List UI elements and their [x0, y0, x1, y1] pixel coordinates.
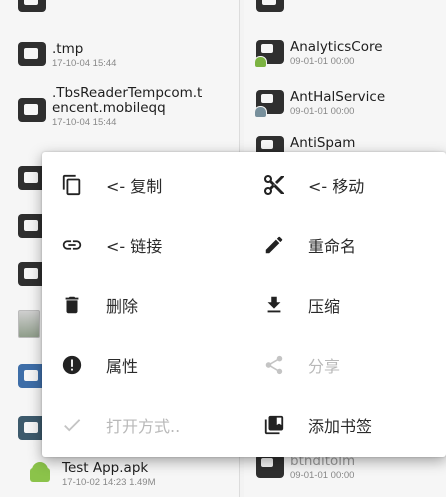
compress-label: 压缩 — [308, 297, 341, 316]
link-icon — [60, 233, 84, 257]
file-name: AntHalService — [290, 89, 386, 105]
download-icon — [262, 293, 286, 317]
copy-icon — [60, 173, 84, 197]
list-item[interactable]: AntHalService 09-01-01 00:00 — [254, 89, 446, 118]
system-folder-icon — [256, 454, 284, 478]
file-meta: 09-01-01 00:00 — [290, 106, 355, 117]
link-menu-item[interactable]: <- 链接 — [60, 215, 240, 275]
system-folder-icon — [254, 90, 284, 118]
cut-icon — [262, 173, 286, 197]
settings-badge-icon — [254, 106, 267, 118]
file-meta: 09-01-01 00:00 — [290, 470, 355, 481]
folder-icon — [18, 0, 46, 12]
move-label: <- 移动 — [308, 177, 365, 196]
compress-menu-item[interactable]: 压缩 — [262, 275, 442, 335]
bookmark-menu-item[interactable]: 添加书签 — [262, 395, 442, 455]
list-item[interactable]: btnditolm 09-01-01 00:00 — [256, 454, 446, 482]
open-with-label: 打开方式.. — [106, 417, 181, 436]
list-item[interactable]: AnalyticsCore 09-01-01 00:00 — [254, 39, 446, 68]
pencil-icon — [262, 233, 286, 257]
move-menu-item[interactable]: <- 移动 — [262, 155, 442, 215]
copy-menu-item[interactable]: <- 复制 — [60, 155, 240, 215]
properties-menu-item[interactable]: 属性 — [60, 335, 240, 395]
rename-label: 重命名 — [308, 237, 357, 256]
bookmarks-icon — [262, 413, 286, 437]
delete-menu-item[interactable]: 删除 — [60, 275, 240, 335]
file-meta: 09-01-01 00:00 — [290, 56, 355, 67]
list-item[interactable]: Test App.apk 17-10-02 14:23 1.49M — [26, 461, 239, 489]
file-meta: 17-10-02 14:23 1.49M — [62, 477, 156, 488]
file-name: AnalyticsCore — [290, 39, 383, 55]
share-label: 分享 — [308, 357, 341, 376]
file-meta: 17-10-04 15:44 — [52, 117, 117, 128]
copy-label: <- 复制 — [106, 177, 163, 196]
info-icon — [60, 353, 84, 377]
share-icon — [262, 353, 286, 377]
folder-icon — [18, 42, 46, 66]
share-menu-item[interactable]: 分享 — [262, 335, 442, 395]
folder-icon — [256, 0, 284, 12]
system-folder-icon — [254, 40, 284, 68]
trash-icon — [60, 293, 84, 317]
context-menu: <- 复制 <- 移动 <- 链接 重命名 删除 压缩 属性 分享 打开方式..… — [42, 152, 446, 457]
file-name: .TbsReaderTempcom.t — [52, 85, 203, 101]
open-with-menu-item[interactable]: 打开方式.. — [60, 395, 240, 455]
android-badge-icon — [254, 56, 267, 68]
image-thumbnail — [18, 310, 40, 338]
file-meta: 17-10-04 15:44 — [52, 58, 117, 69]
file-name: .tmp — [52, 41, 84, 57]
file-name-cont: encent.mobileqq — [52, 100, 166, 116]
list-item[interactable]: .tmp 17-10-04 15:44 — [18, 42, 239, 70]
rename-menu-item[interactable]: 重命名 — [262, 215, 442, 275]
android-apk-icon — [26, 461, 56, 483]
list-item[interactable]: .TbsReaderTempcom.t encent.mobileqq 17-1… — [18, 86, 239, 129]
bookmark-label: 添加书签 — [308, 417, 373, 436]
link-label: <- 链接 — [106, 237, 163, 256]
delete-label: 删除 — [106, 297, 139, 316]
file-name: AntiSpam — [290, 135, 356, 151]
check-icon — [60, 413, 84, 437]
list-item[interactable] — [256, 0, 446, 12]
folder-icon — [18, 98, 46, 122]
list-item[interactable] — [18, 0, 239, 12]
properties-label: 属性 — [106, 357, 139, 376]
file-name: Test App.apk — [62, 460, 149, 476]
